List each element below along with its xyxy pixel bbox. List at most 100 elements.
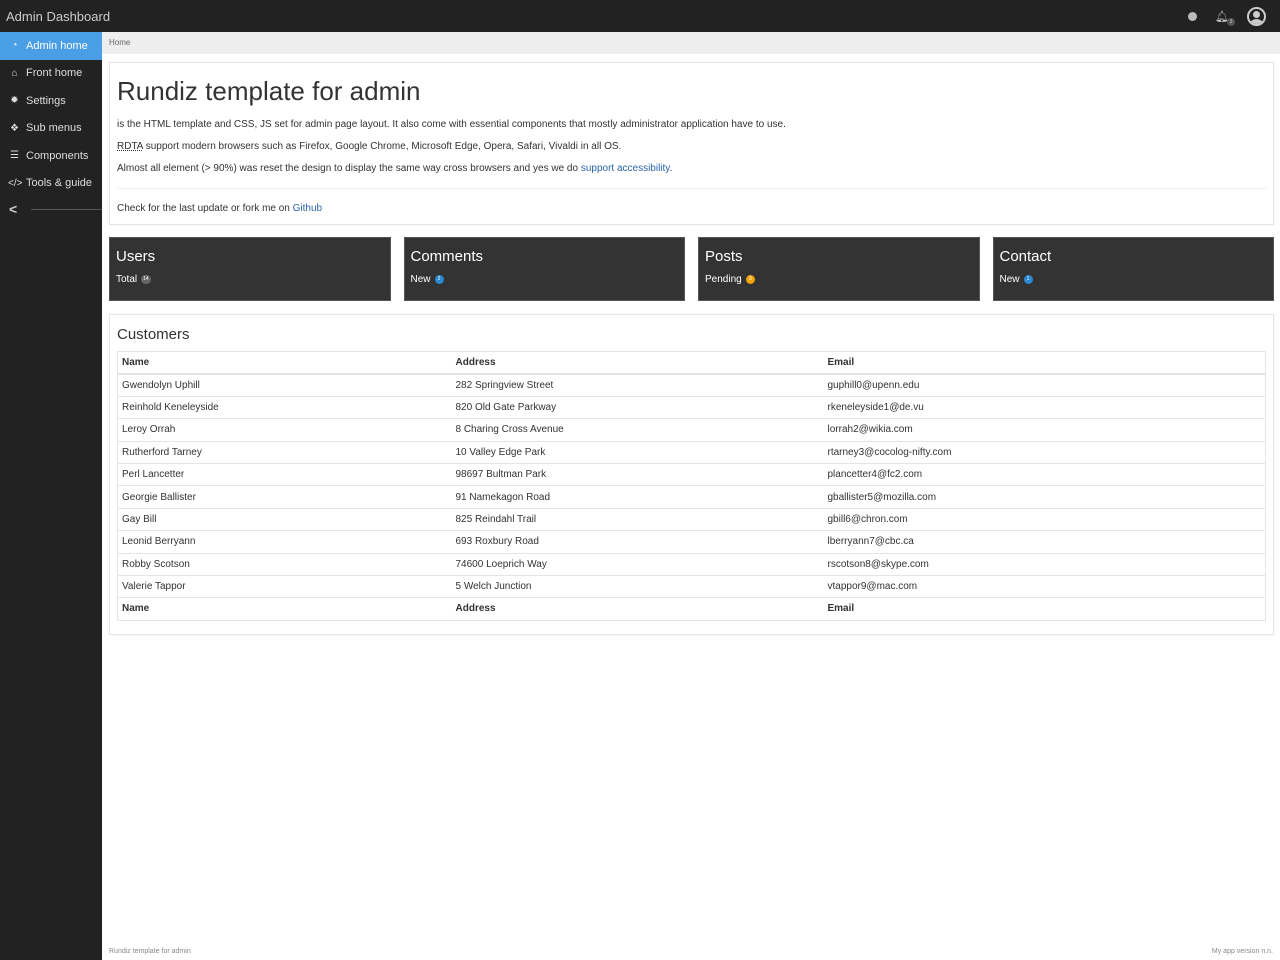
sidebar-item-components[interactable]: ☰ Components [0, 142, 102, 170]
table-footer-row: Name Address Email [117, 597, 1266, 620]
column-header-email: Email [827, 356, 855, 368]
globe-icon[interactable] [1188, 11, 1198, 21]
footer-version-text: My app version n.n. [1211, 948, 1273, 955]
sidebar-item-sub-menus[interactable]: ❖ Sub menus [0, 115, 102, 143]
top-navbar: Admin Dashboard 🔔︎ 3 [0, 0, 1280, 32]
cell-name: Valerie Tappor [122, 581, 186, 593]
cell-name: Perl Lancetter [122, 469, 185, 481]
sidebar-item-label: Tools & guide [26, 177, 93, 190]
sidebar-item-label: Front home [26, 67, 83, 80]
table-row: Perl Lancetter 98697 Bultman Park plancett… [117, 463, 1266, 486]
cell-name: Gay Bill [122, 513, 157, 525]
accessibility-text: Almost all element (> 90%) was reset the… [117, 163, 581, 174]
card-title: Contact [999, 248, 1052, 265]
cell-address: 10 Valley Edge Park [455, 446, 546, 458]
divider [31, 208, 102, 210]
table-row: Leroy Orrah 8 Charing Cross Avenue lorrah2… [117, 419, 1266, 442]
column-header-name: Name [122, 356, 150, 368]
home-icon: ⌂ [11, 67, 18, 79]
cell-email: rscotson8@skype.com [827, 558, 929, 570]
cell-name: Gwendolyn Uphill [122, 379, 200, 391]
cell-email: plancetter4@fc2.com [827, 469, 923, 481]
cell-email: lberryann7@cbc.ca [827, 536, 914, 548]
sidebar-item-front-home[interactable]: ⌂ Front home [0, 60, 102, 88]
count-badge: 3 [745, 275, 755, 284]
github-link[interactable]: Github [293, 203, 322, 214]
github-text: Check for the last update or fork me on [117, 203, 293, 214]
table-row: Rutherford Tarney 10 Valley Edge Park rtar… [117, 441, 1266, 464]
dashboard-icon: ◔ [11, 40, 18, 52]
sidebar-item-admin-home[interactable]: ◔ Admin home [0, 32, 102, 60]
intro-panel: Rundiz template for admin is the HTML te… [109, 62, 1274, 225]
cell-address: 98697 Bultman Park [455, 469, 547, 481]
intro-paragraph: is the HTML template and CSS, JS set for… [117, 119, 786, 130]
cell-email: rtarney3@cocolog-nifty.com [827, 446, 952, 458]
code-icon: </> [8, 177, 23, 189]
count-badge: 14 [141, 275, 151, 284]
column-footer-name: Name [122, 603, 150, 615]
users-card: Users Total 14 [109, 237, 391, 301]
gear-icon: ✹ [10, 95, 19, 107]
customers-title: Customers [117, 326, 190, 343]
customers-table: Name Address Email Gwendolyn Uphill 282 S… [117, 351, 1266, 621]
table-row: Georgie Ballister 91 Namekagon Road gballi… [117, 486, 1266, 509]
main-content: Rundiz template for admin is the HTML te… [102, 54, 1280, 635]
cell-address: 8 Charing Cross Avenue [455, 424, 564, 436]
card-label: Pending [705, 274, 742, 285]
count-badge: 1 [1023, 275, 1033, 284]
column-footer-address: Address [455, 603, 496, 615]
sidebar-item-tools-guide[interactable]: </> Tools & guide [0, 170, 102, 198]
sidebar-item-label: Admin home [26, 39, 88, 52]
app-title[interactable]: Admin Dashboard [0, 9, 110, 24]
cell-address: 5 Welch Junction [455, 581, 532, 593]
github-paragraph: Check for the last update or fork me on … [117, 203, 1266, 214]
cell-name: Reinhold Keneleyside [122, 401, 219, 413]
browser-support-paragraph: RDTA support modern browsers such as Fir… [117, 141, 1266, 152]
table-row: Robby Scotson 74600 Loeprich Way rscotson8… [117, 553, 1266, 576]
cell-email: guphill0@upenn.edu [827, 379, 920, 391]
cell-address: 825 Reindahl Trail [455, 513, 537, 525]
footer-left-text: Rundiz template for admin [109, 948, 191, 955]
cell-name: Leonid Berryann [122, 536, 196, 548]
cell-address: 820 Old Gate Parkway [455, 401, 557, 413]
cell-address: 74600 Loeprich Way [455, 558, 547, 570]
card-label: New [410, 274, 431, 285]
table-row: Gwendolyn Uphill 282 Springview Street gup… [117, 374, 1266, 397]
customers-panel: Customers Name Address Email Gwendolyn U… [109, 314, 1274, 635]
cell-email: gballister5@mozilla.com [827, 491, 937, 503]
cell-name: Rutherford Tarney [122, 446, 202, 458]
table-row: Leonid Berryann 693 Roxbury Road lberryann… [117, 531, 1266, 554]
breadcrumb-home[interactable]: Home [109, 38, 130, 47]
breadcrumb: Home [102, 32, 1280, 54]
cell-email: vtappor9@mac.com [827, 581, 918, 593]
support-accessibility-link[interactable]: support accessibility [581, 163, 670, 174]
cell-address: 693 Roxbury Road [455, 536, 539, 548]
table-header-row: Name Address Email [117, 352, 1266, 374]
cell-name: Georgie Ballister [122, 491, 196, 503]
comments-card: Comments New 2 [403, 237, 685, 301]
accessibility-paragraph: Almost all element (> 90%) was reset the… [117, 163, 1266, 174]
server-icon: ☰ [10, 150, 19, 162]
notifications-button[interactable]: 🔔︎ 3 [1215, 10, 1235, 26]
sidebar-collapse-button[interactable]: < [0, 197, 102, 221]
cell-name: Robby Scotson [122, 558, 190, 570]
card-title: Posts [705, 248, 743, 265]
cell-address: 282 Springview Street [455, 379, 554, 391]
rdta-abbr: RDTA [117, 141, 143, 152]
user-menu-button[interactable] [1247, 6, 1266, 26]
contact-card: Contact New 1 [992, 237, 1274, 301]
user-avatar-icon [1247, 6, 1266, 26]
cubes-icon: ❖ [10, 122, 19, 134]
table-row: Gay Bill 825 Reindahl Trail gbill6@chron.c… [117, 508, 1266, 531]
column-footer-email: Email [827, 603, 855, 615]
sidebar-item-label: Settings [26, 94, 66, 107]
sidebar: ◔ Admin home ⌂ Front home ✹ Settings ❖ Sub menu… [0, 32, 102, 960]
period: . [669, 163, 673, 174]
table-row: Reinhold Keneleyside 820 Old Gate Parkway… [117, 396, 1266, 419]
card-title: Users [116, 248, 156, 265]
browser-support-text: support modern browsers such as Firefox,… [142, 141, 622, 152]
posts-card: Posts Pending 3 [698, 237, 980, 301]
stat-cards: Users Total 14 Comments New 2 Posts Pendin… [109, 237, 1274, 301]
card-title: Comments [410, 248, 484, 265]
sidebar-item-settings[interactable]: ✹ Settings [0, 87, 102, 115]
